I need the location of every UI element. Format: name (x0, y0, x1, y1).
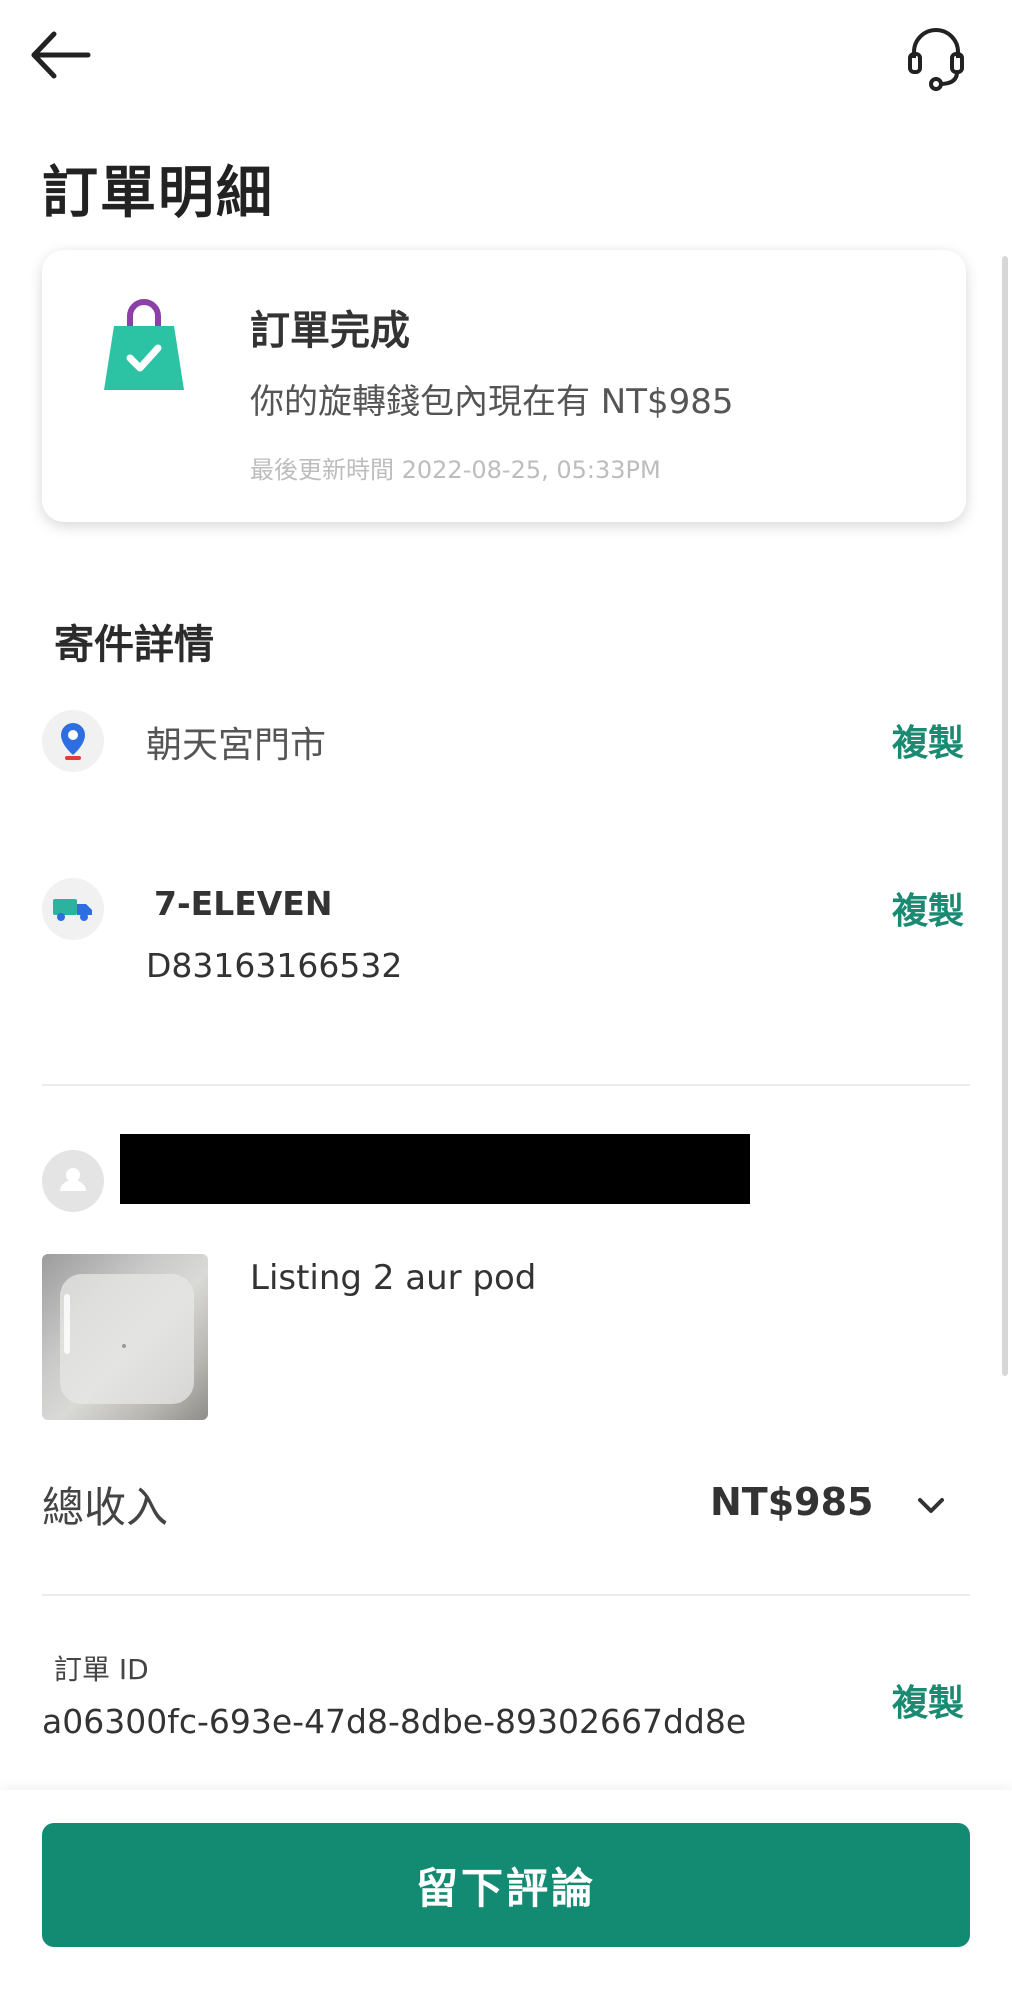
order-id-label: 訂單 ID (54, 1653, 149, 1686)
location-pin-icon (42, 710, 104, 772)
status-title: 訂單完成 (250, 308, 410, 354)
divider (42, 1084, 970, 1086)
scrollbar[interactable] (1002, 256, 1008, 1376)
delivery-truck-icon (42, 878, 104, 940)
customer-support-button[interactable] (900, 22, 972, 94)
chevron-down-icon (918, 1498, 944, 1513)
pickup-store-name: 朝天宮門市 (146, 725, 327, 766)
shopping-bag-check-icon (100, 296, 188, 396)
copy-tracking-button[interactable]: 複製 (892, 882, 964, 934)
expand-total-button[interactable] (906, 1484, 956, 1526)
page-title: 訂單明細 (42, 161, 274, 226)
wallet-balance-message: 你的旋轉錢包內現在有 NT$985 (250, 382, 734, 422)
last-updated-time: 最後更新時間 2022-08-25, 05:33PM (250, 456, 661, 484)
listing-title[interactable]: Listing 2 aur pod (250, 1258, 536, 1298)
divider (42, 1594, 970, 1596)
headset-icon (908, 28, 964, 91)
redacted-username (120, 1134, 750, 1204)
order-id-value: a06300fc-693e-47d8-8dbe-89302667dd8e (42, 1702, 747, 1741)
shipping-details-title: 寄件詳情 (54, 622, 214, 668)
tracking-number: D83163166532 (146, 946, 403, 985)
courier-name: 7-ELEVEN (154, 884, 333, 923)
back-button[interactable] (28, 26, 92, 84)
copy-store-button[interactable]: 複製 (892, 714, 964, 766)
arrow-left-icon (31, 31, 91, 79)
listing-thumbnail[interactable] (42, 1254, 208, 1420)
total-income-amount: NT$985 (710, 1480, 874, 1524)
user-avatar-icon[interactable] (42, 1150, 104, 1212)
order-status-card: 訂單完成 你的旋轉錢包內現在有 NT$985 最後更新時間 2022-08-25… (42, 250, 966, 522)
total-income-label: 總收入 (42, 1483, 169, 1532)
leave-review-button[interactable]: 留下評論 (42, 1823, 970, 1947)
copy-order-id-button[interactable]: 複製 (892, 1674, 964, 1726)
